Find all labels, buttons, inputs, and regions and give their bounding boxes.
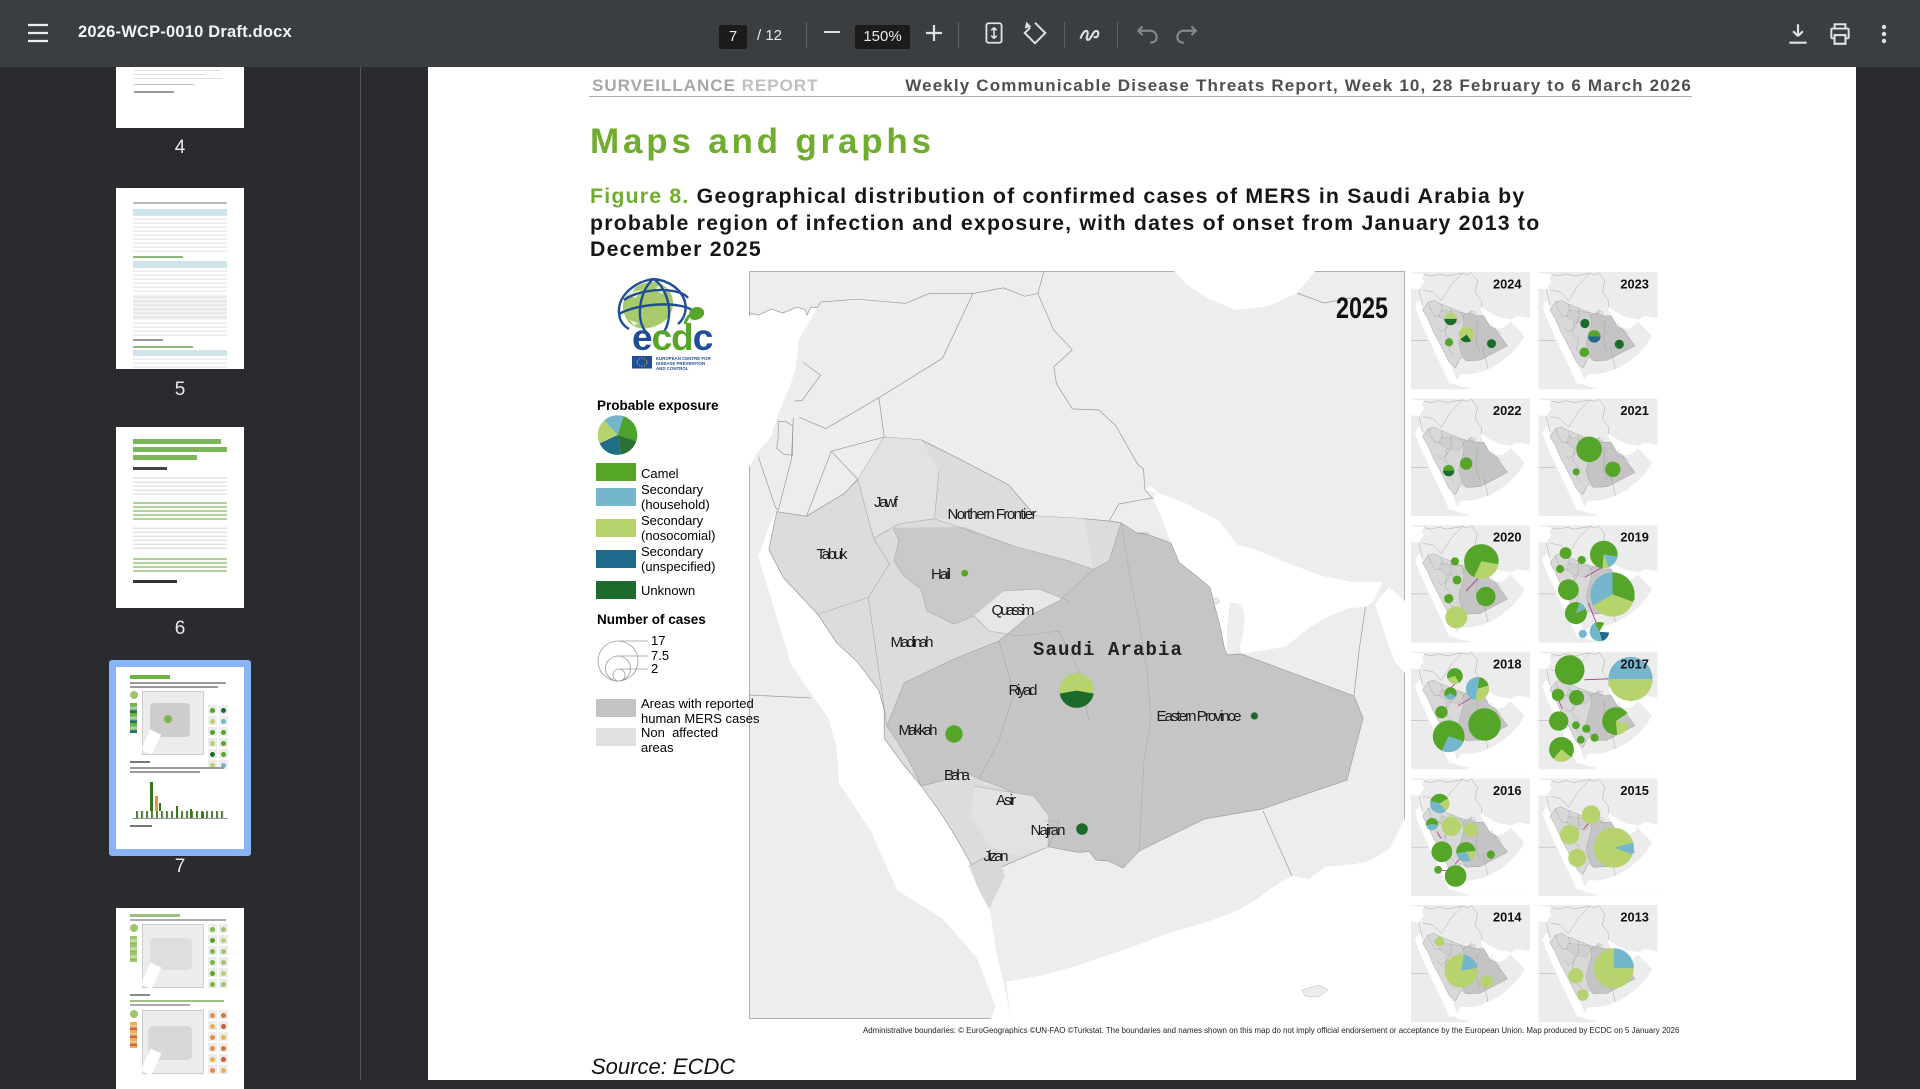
- svg-text:ecdc: ecdc: [632, 317, 713, 358]
- svg-text:AND CONTROL: AND CONTROL: [656, 366, 689, 371]
- svg-text:2014: 2014: [1493, 910, 1522, 925]
- svg-text:Najran: Najran: [1031, 822, 1066, 839]
- svg-text:2: 2: [651, 661, 658, 676]
- svg-text:Saudi Arabia: Saudi Arabia: [1033, 639, 1183, 661]
- svg-text:Jizan: Jizan: [984, 848, 1009, 865]
- svg-text:2020: 2020: [1493, 530, 1521, 545]
- svg-text:2018: 2018: [1493, 656, 1521, 671]
- svg-text:Asir: Asir: [996, 792, 1016, 809]
- svg-text:Tabuk: Tabuk: [817, 546, 849, 563]
- svg-text:2015: 2015: [1620, 783, 1648, 798]
- svg-text:2021: 2021: [1620, 403, 1648, 418]
- svg-text:2022: 2022: [1493, 403, 1521, 418]
- svg-text:2013: 2013: [1620, 910, 1648, 925]
- svg-text:Makkah: Makkah: [899, 722, 938, 739]
- svg-text:Madinah: Madinah: [891, 634, 934, 651]
- svg-text:2019: 2019: [1620, 530, 1648, 545]
- svg-text:Riyad: Riyad: [1009, 682, 1038, 699]
- svg-text:Jawf: Jawf: [874, 494, 899, 511]
- svg-text:2016: 2016: [1493, 783, 1521, 798]
- svg-text:Northern Frontier: Northern Frontier: [948, 506, 1037, 523]
- svg-text:17: 17: [651, 634, 665, 648]
- svg-text:Quassim: Quassim: [992, 602, 1035, 619]
- svg-text:2024: 2024: [1493, 277, 1522, 292]
- svg-text:Baha: Baha: [944, 767, 971, 784]
- svg-text:2025: 2025: [1336, 292, 1388, 325]
- svg-text:Hail: Hail: [931, 566, 951, 583]
- svg-text:Eastern Province: Eastern Province: [1157, 708, 1242, 725]
- svg-text:2017: 2017: [1620, 656, 1648, 671]
- svg-text:2023: 2023: [1620, 277, 1648, 292]
